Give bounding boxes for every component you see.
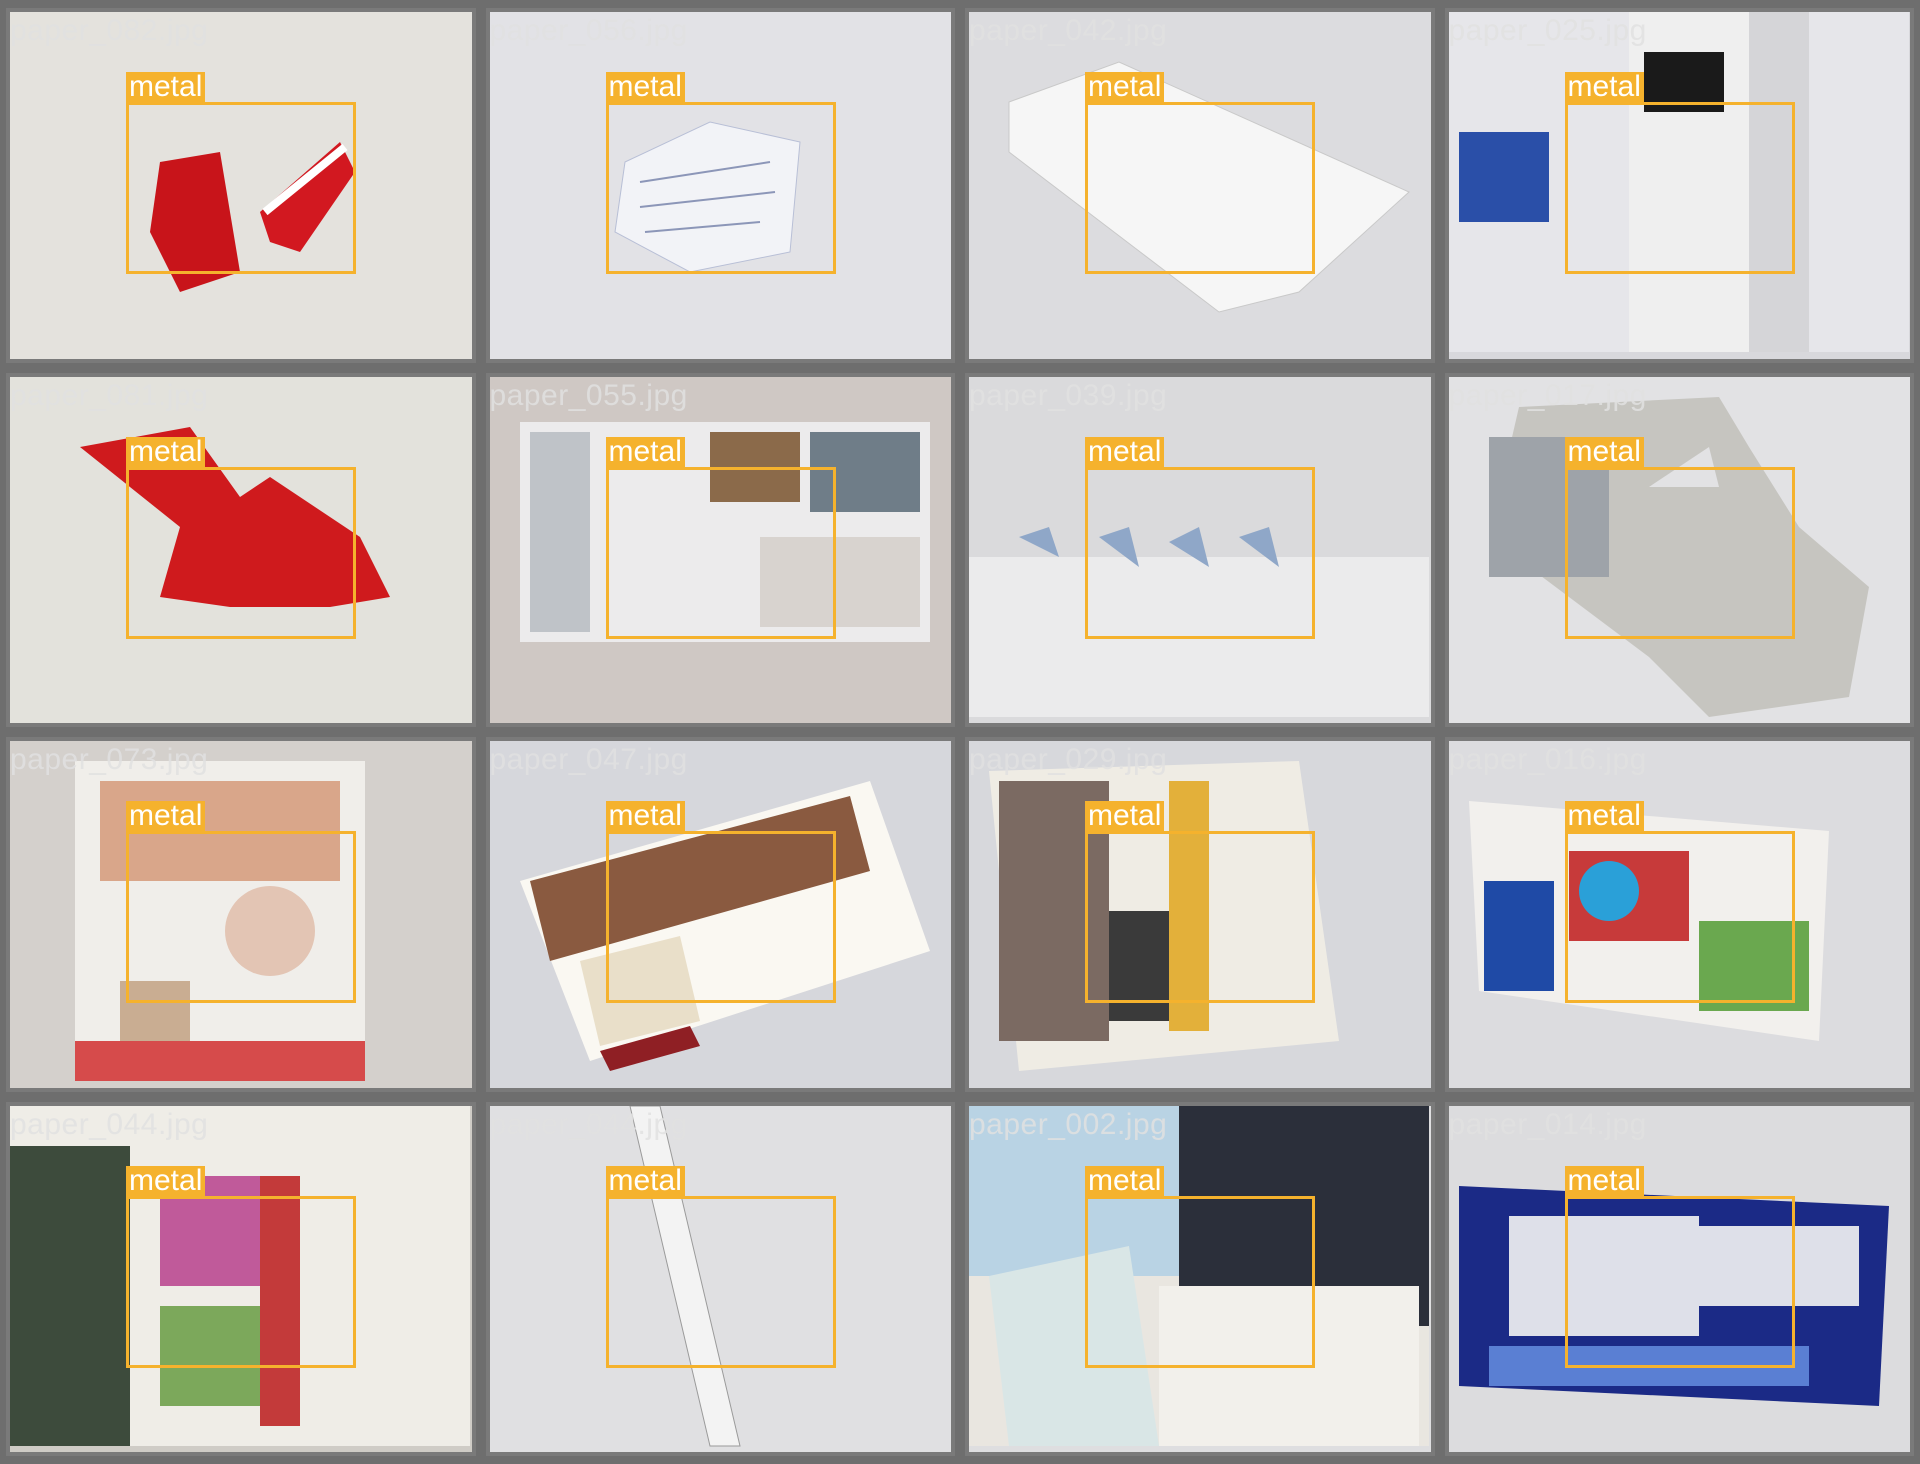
bounding-box: metal <box>126 1165 356 1368</box>
grid-tile: paper_073.jpg metal <box>6 737 476 1092</box>
grid-tile: paper_082.jpg metal <box>6 8 476 363</box>
bounding-box: metal <box>126 801 356 1003</box>
filename-label: paper_081.jpg <box>10 378 209 412</box>
class-label: metal <box>126 72 206 104</box>
bounding-box: metal <box>605 1165 836 1368</box>
bounding-box: metal <box>1564 72 1795 274</box>
grid-tile: paper_002.jpg metal <box>965 1101 1435 1456</box>
class-label: metal <box>126 801 206 833</box>
bounding-box: metal <box>1085 72 1315 274</box>
bounding-box: metal <box>1085 1165 1315 1368</box>
bounding-box: metal <box>1564 436 1795 639</box>
filename-label: paper_016.jpg <box>1448 743 1647 776</box>
class-label: metal <box>1564 1165 1644 1198</box>
bounding-box: metal <box>126 436 356 639</box>
filename-label: paper_082.jpg <box>10 14 209 47</box>
bounding-box: metal <box>126 72 356 274</box>
grid-tile: paper_044.jpg metal <box>485 1101 955 1456</box>
filename-label: paper_002.jpg <box>969 1107 1168 1141</box>
class-label: metal <box>126 1165 206 1198</box>
class-label: metal <box>605 1165 685 1198</box>
class-label: metal <box>1085 1165 1165 1198</box>
filename-label: paper_044.jpg <box>489 1107 688 1141</box>
grid-tile: paper_081.jpg metal <box>6 372 476 727</box>
class-label: metal <box>1085 72 1165 104</box>
class-label: metal <box>1085 801 1165 833</box>
class-label: metal <box>1564 801 1644 833</box>
bounding-box: metal <box>605 436 836 639</box>
filename-label: paper_044.jpg <box>10 1107 209 1141</box>
bounding-box: metal <box>605 72 836 274</box>
grid-tile: paper_025.jpg metal <box>1444 8 1914 363</box>
filename-label: paper_056.jpg <box>489 14 688 47</box>
grid-tile: paper_047.jpg metal <box>485 737 955 1092</box>
class-label: metal <box>1564 436 1644 469</box>
class-label: metal <box>605 801 685 833</box>
class-label: metal <box>1564 72 1644 104</box>
image-grid: paper_082.jpg metal paper_056.jpg metal … <box>0 0 1920 1464</box>
filename-label: paper_042.jpg <box>969 14 1168 47</box>
class-label: metal <box>1085 436 1165 469</box>
class-label: metal <box>605 436 685 469</box>
bounding-box: metal <box>1564 801 1795 1003</box>
bounding-box: metal <box>1085 801 1315 1003</box>
grid-tile: paper_039.jpg metal <box>965 372 1435 727</box>
grid-tile: paper_042.jpg metal <box>965 8 1435 363</box>
grid-tile: paper_044.jpg metal <box>6 1101 476 1456</box>
filename-label: paper_025.jpg <box>1448 14 1647 47</box>
filename-label: paper_039.jpg <box>969 378 1168 412</box>
bounding-box: metal <box>605 801 836 1003</box>
grid-tile: paper_014.jpg metal <box>1444 1101 1914 1456</box>
bounding-box: metal <box>1564 1165 1795 1368</box>
grid-tile: paper_029.jpg metal <box>965 737 1435 1092</box>
class-label: metal <box>605 72 685 104</box>
grid-tile: paper_017.jpg metal <box>1444 372 1914 727</box>
grid-tile: paper_016.jpg metal <box>1444 737 1914 1092</box>
bounding-box: metal <box>1085 436 1315 639</box>
filename-label: paper_073.jpg <box>10 743 209 776</box>
filename-label: paper_055.jpg <box>489 378 688 412</box>
grid-tile: paper_055.jpg metal <box>485 372 955 727</box>
filename-label: paper_047.jpg <box>489 743 688 776</box>
filename-label: paper_014.jpg <box>1448 1107 1647 1141</box>
filename-label: paper_029.jpg <box>969 743 1168 776</box>
filename-label: paper_017.jpg <box>1448 378 1647 412</box>
grid-tile: paper_056.jpg metal <box>485 8 955 363</box>
class-label: metal <box>126 436 206 469</box>
